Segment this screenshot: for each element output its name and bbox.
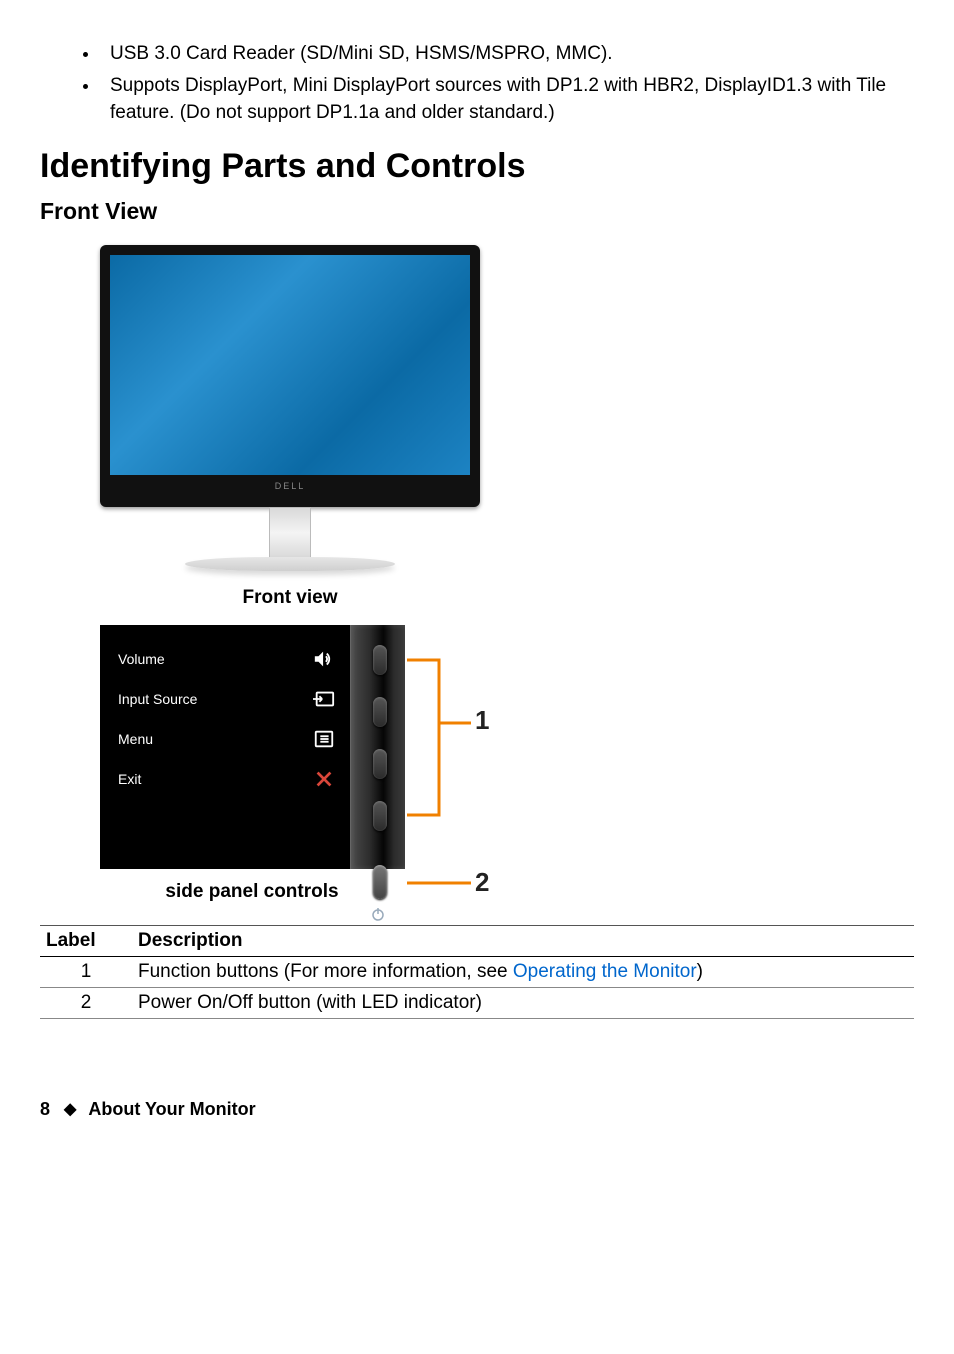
page-footer: 8 ◆ About Your Monitor	[40, 1099, 914, 1120]
page-number: 8	[40, 1099, 50, 1120]
monitor-brand-label: DELL	[110, 475, 470, 497]
function-button-3	[373, 749, 387, 779]
section-heading: Identifying Parts and Controls	[40, 147, 914, 186]
subsection-heading: Front View	[40, 198, 914, 225]
function-button-1	[373, 645, 387, 675]
exit-icon	[312, 769, 336, 789]
feature-bullet: Suppots DisplayPort, Mini DisplayPort so…	[100, 72, 914, 127]
monitor-stand-base	[185, 557, 395, 571]
link-operating-the-monitor[interactable]: Operating the Monitor	[513, 961, 697, 982]
table-row: 1 Function buttons (For more information…	[40, 956, 914, 987]
callout-lines: 1 2	[405, 625, 535, 869]
monitor-side-bezel	[350, 625, 405, 869]
diamond-icon: ◆	[64, 1099, 76, 1119]
osd-menu-panel: Volume Input Source Menu Exit	[100, 625, 350, 869]
footer-section-title: About Your Monitor	[88, 1099, 255, 1120]
osd-label: Menu	[118, 731, 153, 747]
osd-label: Exit	[118, 771, 141, 787]
osd-item-exit: Exit	[100, 759, 350, 799]
feature-bullet: USB 3.0 Card Reader (SD/Mini SD, HSMS/MS…	[100, 40, 914, 68]
osd-label: Volume	[118, 651, 165, 667]
function-button-4	[373, 801, 387, 831]
front-view-figure: DELL Front view	[100, 245, 914, 609]
callout-label-2: 2	[475, 867, 489, 898]
feature-bullet-list: USB 3.0 Card Reader (SD/Mini SD, HSMS/MS…	[40, 40, 914, 127]
osd-label: Input Source	[118, 691, 197, 707]
volume-icon	[312, 649, 336, 669]
table-cell-description: Power On/Off button (with LED indicator)	[132, 987, 914, 1018]
monitor-stand-neck	[269, 507, 311, 559]
figure-caption-side: side panel controls	[100, 881, 404, 903]
table-cell-description: Function buttons (For more information, …	[132, 956, 914, 987]
monitor-illustration: DELL	[100, 245, 480, 571]
label-description-table: Label Description 1 Function buttons (Fo…	[40, 925, 914, 1019]
function-button-2	[373, 697, 387, 727]
power-icon	[371, 907, 385, 924]
figure-caption-front: Front view	[100, 587, 480, 609]
monitor-screen	[110, 255, 470, 475]
osd-item-menu: Menu	[100, 719, 350, 759]
menu-icon	[312, 729, 336, 749]
table-row: 2 Power On/Off button (with LED indicato…	[40, 987, 914, 1018]
osd-item-input-source: Input Source	[100, 679, 350, 719]
input-source-icon	[312, 689, 336, 709]
table-cell-label: 2	[40, 987, 132, 1018]
power-button	[373, 865, 387, 899]
table-header-label: Label	[40, 925, 132, 956]
table-cell-label: 1	[40, 956, 132, 987]
side-panel-figure: Volume Input Source Menu Exit	[100, 625, 914, 903]
callout-label-1: 1	[475, 705, 489, 736]
osd-item-volume: Volume	[100, 639, 350, 679]
